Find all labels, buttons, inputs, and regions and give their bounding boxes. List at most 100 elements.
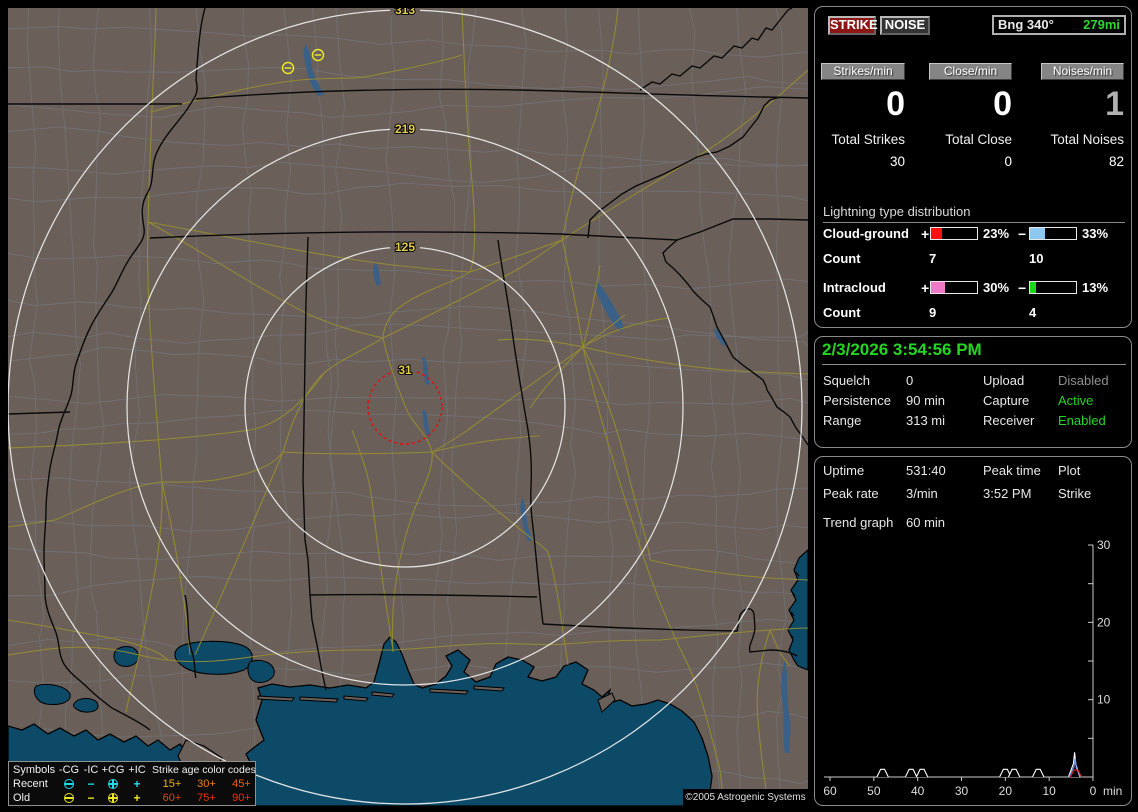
age-75: 75+ (197, 792, 216, 804)
legend-col-pos-ic: +IC (128, 764, 146, 776)
squelch-value: 0 (906, 373, 914, 388)
legend-col-neg-cg: -CG (58, 764, 80, 776)
noises-per-min-button[interactable]: Noises/min (1041, 63, 1124, 80)
svg-text:0: 0 (1090, 784, 1097, 798)
svg-text:30: 30 (1097, 538, 1111, 552)
clock-display: 2/3/2026 3:54:56 PM (822, 340, 1126, 365)
ic-plus-bar (930, 281, 978, 294)
ic-plus-pct: 30% (983, 280, 1010, 295)
svg-text:40: 40 (911, 784, 925, 798)
legend-col-neg-ic: -IC (83, 764, 99, 776)
cloud-ground-row: Cloud-ground + 23% − 33% (823, 226, 1109, 242)
pos-ic-old-icon: + (133, 791, 141, 805)
persistence-row: Persistence 90 min Capture Active (823, 393, 1094, 408)
uptime-value: 531:40 (906, 463, 946, 478)
receiver-status: Enabled (1058, 413, 1106, 428)
age-60: 60+ (162, 792, 182, 804)
peak-rate-row: Peak rate 3/min 3:52 PM Strike (823, 486, 1092, 501)
neg-cg-recent-icon (64, 779, 74, 790)
range-value: 313 mi (906, 413, 946, 428)
neg-ic-old-icon: − (87, 791, 95, 805)
persistence-value: 90 min (906, 393, 946, 408)
cg-plus-pct: 23% (983, 226, 1010, 241)
trend-panel: 60 50 40 30 20 10 0 min 10 20 30 Uptime 531:40 Pea… (814, 456, 1132, 806)
svg-text:30: 30 (955, 784, 969, 798)
total-close-value: 0 (1004, 154, 1012, 169)
capture-status: Active (1058, 393, 1094, 408)
age-30: 30+ (197, 778, 216, 790)
pos-ic-recent-icon: + (133, 777, 141, 791)
ring-label-31: 31 (398, 363, 412, 377)
ic-minus-pct: 13% (1082, 280, 1109, 295)
settings-panel: 2/3/2026 3:54:56 PM Squelch 0 Upload Dis… (814, 336, 1132, 448)
pos-cg-recent-icon (108, 779, 118, 790)
intracloud-row: Intracloud + 30% − 13% (823, 280, 1109, 296)
ic-plus-count: 9 (929, 305, 937, 320)
total-strikes-value: 30 (889, 154, 905, 169)
strikes-per-min-button[interactable]: Strikes/min (821, 63, 905, 80)
range-row: Range 313 mi Receiver Enabled (823, 413, 1106, 428)
age-90: 90+ (232, 792, 251, 804)
close-rate-value: 0 (993, 85, 1012, 123)
cg-minus-pct: 33% (1082, 226, 1109, 241)
bearing-range-value: 279mi (1083, 17, 1120, 32)
age-15: 15+ (162, 778, 182, 790)
legend-row-old-label: Old (13, 792, 31, 804)
close-per-min-button[interactable]: Close/min (929, 63, 1012, 80)
svg-text:10: 10 (1097, 693, 1111, 707)
cloud-ground-label: Cloud-ground (823, 226, 909, 241)
total-close-label: Total Close (945, 132, 1012, 147)
bearing-readout: Bng 340° 279mi (992, 15, 1126, 35)
strike-map[interactable]: 313 219 125 31 Symbols -CG -IC +CG +IC Stri… (8, 8, 808, 806)
svg-text:20: 20 (1097, 615, 1111, 629)
legend-col-pos-cg: +CG (101, 764, 125, 776)
legend-row-recent-label: Recent (13, 778, 48, 790)
legend-symbols-header: Symbols (13, 764, 56, 776)
peak-rate-value: 3/min (906, 486, 938, 501)
cg-plus-bar (930, 227, 978, 240)
intracloud-label: Intracloud (823, 280, 886, 295)
legend-age-title: Strike age color codes (152, 764, 256, 776)
noise-mode-button[interactable]: NOISE (880, 16, 930, 35)
svg-text:min: min (1103, 784, 1122, 798)
svg-text:20: 20 (999, 784, 1013, 798)
plot-label: Plot (1058, 463, 1081, 478)
uptime-row: Uptime 531:40 Peak time Plot (823, 463, 1081, 478)
trend-graph-row: Trend graph 60 min (815, 515, 1133, 533)
age-45: 45+ (232, 778, 251, 790)
neg-cg-old-icon (64, 793, 74, 804)
ring-label-219: 219 (395, 122, 415, 136)
total-noises-label: Total Noises (1050, 132, 1124, 147)
trend-window-value: 60 min (906, 515, 946, 530)
upload-status: Disabled (1058, 373, 1109, 388)
ic-minus-count: 4 (1029, 305, 1037, 320)
svg-text:60: 60 (823, 784, 837, 798)
copyright-text: ©2005 Astrogenic Systems (683, 789, 808, 806)
ring-label-125: 125 (395, 240, 415, 254)
ring-label-313: 313 (395, 8, 415, 17)
squelch-row: Squelch 0 Upload Disabled (823, 373, 1109, 388)
map-canvas: 313 219 125 31 (8, 8, 808, 806)
strikes-rate-value: 0 (886, 85, 905, 123)
strike-mode-button[interactable]: STRIKE (828, 16, 878, 35)
plot-mode-value: Strike (1058, 486, 1092, 501)
total-strikes-label: Total Strikes (831, 132, 905, 147)
counters-panel: STRIKE NOISE Bng 340° 279mi Strikes/min … (814, 6, 1132, 328)
cg-minus-count: 10 (1029, 251, 1044, 266)
cg-minus-bar (1029, 227, 1077, 240)
svg-text:50: 50 (867, 784, 881, 798)
pos-cg-old-icon (108, 793, 118, 804)
distribution-title: Lightning type distribution (823, 204, 1125, 223)
bearing-value: Bng 340° (998, 17, 1054, 32)
svg-text:10: 10 (1042, 784, 1056, 798)
neg-ic-recent-icon: − (87, 777, 95, 791)
lightning-tracker-window: 313 219 125 31 Symbols -CG -IC +CG +IC Stri… (0, 0, 1138, 812)
ic-minus-bar (1029, 281, 1077, 294)
trend-graph-label: Trend graph (823, 515, 894, 530)
map-legend: Symbols -CG -IC +CG +IC Strike age color… (8, 761, 256, 806)
noises-rate-value: 1 (1105, 85, 1124, 123)
cg-plus-count: 7 (929, 251, 937, 266)
peak-time-value: 3:52 PM (983, 486, 1032, 501)
total-noises-value: 82 (1108, 154, 1124, 169)
trend-graph: 60 50 40 30 20 10 0 min 10 20 30 (823, 538, 1122, 798)
